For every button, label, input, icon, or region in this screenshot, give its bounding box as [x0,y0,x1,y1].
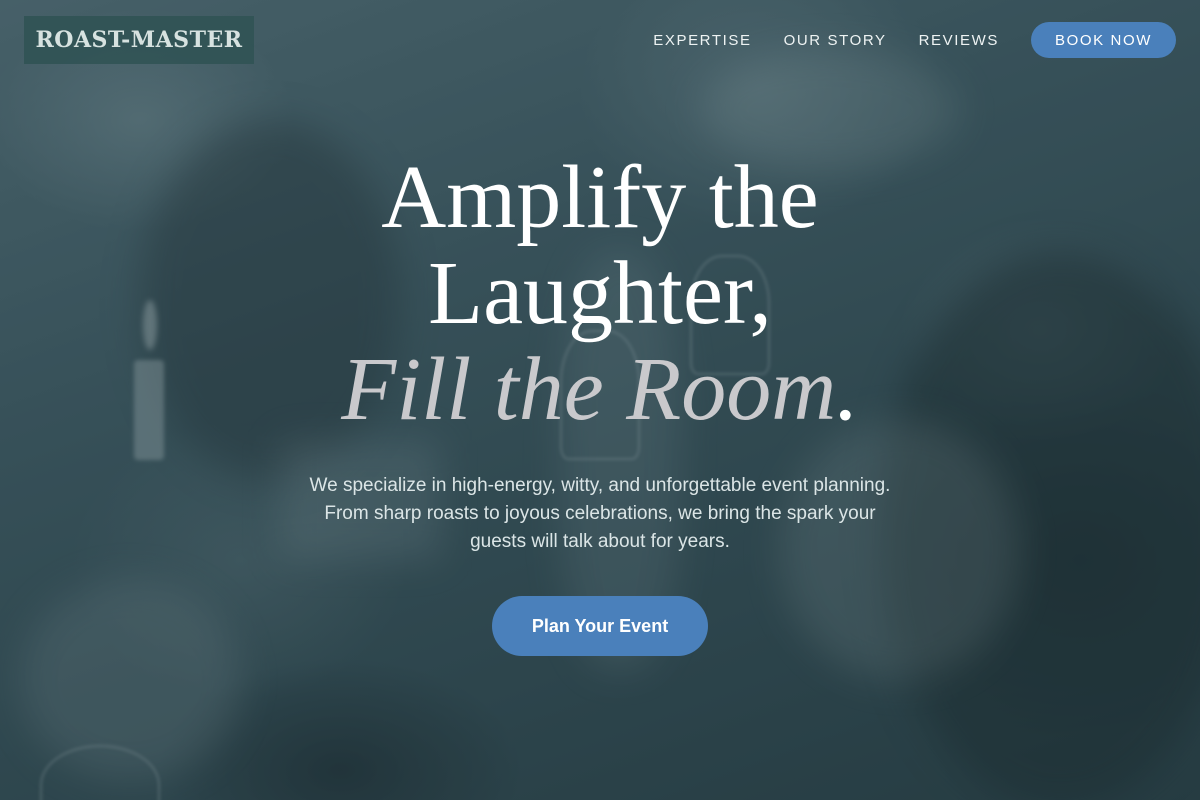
subtext-line-1: We specialize in high-energy, witty, and… [309,475,891,496]
headline-line-2: Laughter, [428,244,772,343]
hero-headline: Amplify the Laughter, Fill the Room. [0,150,1200,438]
nav-link-our-story[interactable]: OUR STORY [784,32,887,49]
headline-accent-period: . [836,340,859,439]
headline-accent-text: Fill the Room [341,340,837,439]
main-nav: EXPERTISE OUR STORY REVIEWS BOOK NOW [653,22,1176,58]
landing-page: ROAST-MASTER EXPERTISE OUR STORY REVIEWS… [0,0,1200,800]
nav-link-reviews[interactable]: REVIEWS [919,32,999,49]
hero-subtext: We specialize in high-energy, witty, and… [260,472,940,556]
hero-section: Amplify the Laughter, Fill the Room. We … [0,150,1200,656]
book-now-button[interactable]: BOOK NOW [1031,22,1176,58]
plan-your-event-button[interactable]: Plan Your Event [492,596,708,656]
nav-link-expertise[interactable]: EXPERTISE [653,32,751,49]
site-logo[interactable]: ROAST-MASTER [24,16,254,64]
subtext-line-3: guests will talk about for years. [470,531,730,552]
headline-line-1: Amplify the [381,148,819,247]
subtext-line-2: From sharp roasts to joyous celebrations… [324,503,876,524]
headline-accent-line: Fill the Room. [0,342,1200,438]
